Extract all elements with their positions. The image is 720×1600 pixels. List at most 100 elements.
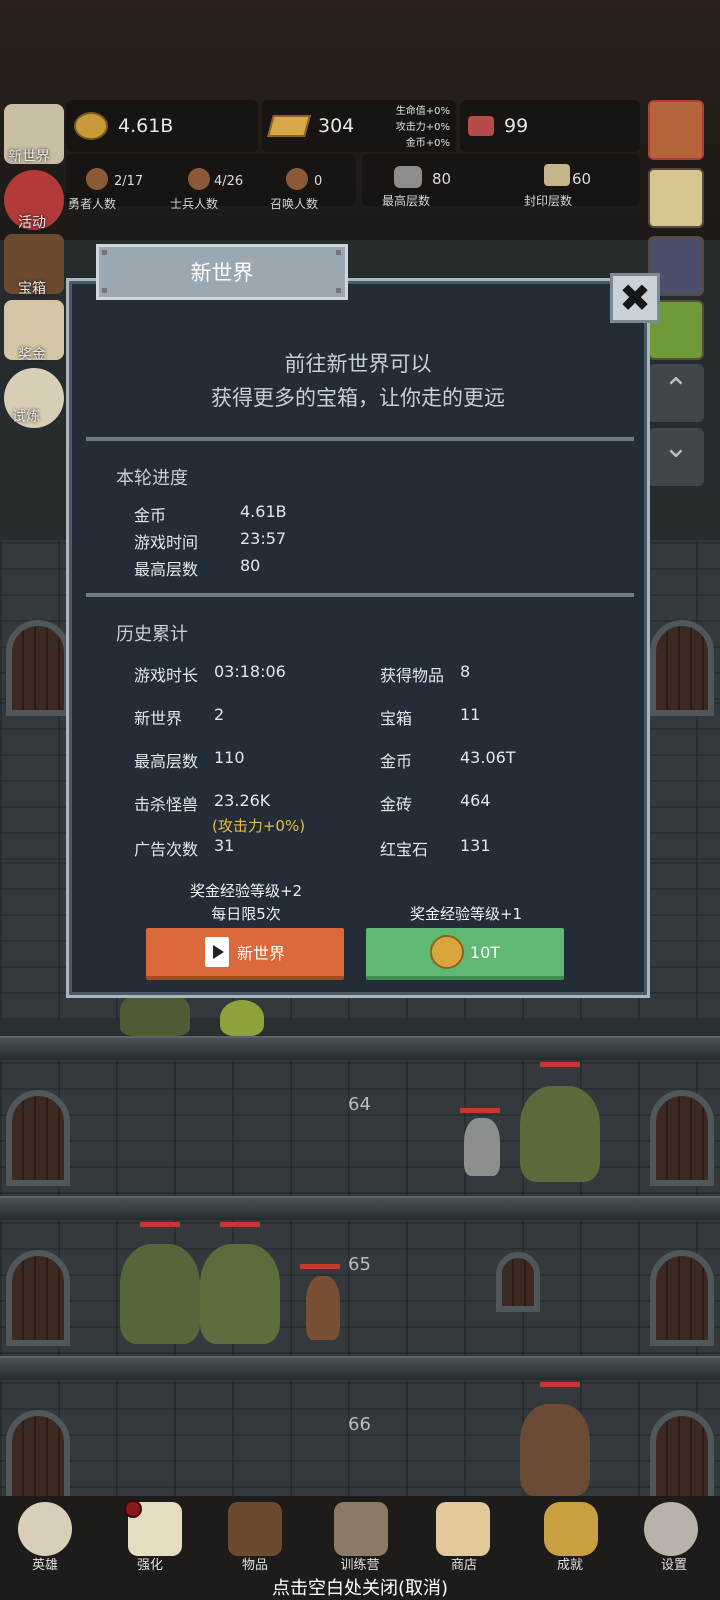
daily-limit-caption: 每日限5次	[211, 905, 281, 923]
new-world-label: 新世界	[8, 149, 50, 165]
summon-count-icon	[286, 168, 308, 190]
gold-reward-caption: 奖金经验等级+1	[409, 905, 523, 923]
history-gold-value: 43.06T	[460, 748, 516, 767]
rivet	[102, 250, 107, 255]
history-playtime-value: 03:18:06	[214, 662, 286, 681]
gold-coin-icon	[74, 112, 108, 140]
gold-value: 4.61B	[118, 115, 174, 137]
lantern-icon[interactable]	[334, 1502, 388, 1556]
armored-monster[interactable]	[520, 1404, 590, 1496]
history-items-value: 8	[460, 662, 471, 681]
nav-upgrade[interactable]: 强化	[110, 1554, 190, 1573]
summon-count: 0	[314, 174, 323, 189]
history-newworld-label: 新世界	[134, 709, 183, 728]
current-gold-value: 4.61B	[240, 502, 287, 521]
attack-bonus: 攻击力+0%	[395, 122, 450, 133]
orc-monster[interactable]	[520, 1086, 600, 1182]
hero-count: 2/17	[114, 174, 144, 189]
nav-training[interactable]: 训练营	[320, 1554, 400, 1573]
dungeon-door	[650, 620, 714, 716]
dungeon-door	[6, 1090, 70, 1186]
current-floor-value: 80	[240, 556, 261, 575]
hp-bonus: 生命值+0%	[395, 106, 450, 117]
chevron-down-icon[interactable]: ⌄	[648, 428, 704, 486]
hp-bar	[220, 1222, 260, 1227]
skull-icon[interactable]	[18, 1502, 72, 1556]
history-playtime-label: 游戏时长	[134, 666, 199, 685]
current-time-label: 游戏时间	[134, 533, 199, 552]
description-line-1: 前往新世界可以	[284, 352, 432, 376]
hp-bar	[300, 1264, 340, 1269]
hp-bar	[540, 1062, 580, 1067]
history-chests-label: 宝箱	[380, 709, 413, 728]
ghost-monster[interactable]	[464, 1118, 500, 1176]
dungeon-door	[6, 1410, 70, 1506]
history-title: 历史累计	[116, 624, 188, 645]
current-progress-title: 本轮进度	[116, 468, 188, 489]
history-gold-label: 金币	[380, 752, 413, 771]
dialog-title: 新世界	[96, 244, 348, 300]
orc-monster[interactable]	[120, 992, 190, 1036]
ruby-resource: 99	[460, 100, 640, 152]
floor-number: 66	[348, 1414, 371, 1435]
reward-label: 奖金	[18, 347, 46, 363]
gear-icon[interactable]	[644, 1502, 698, 1556]
gold-bonus: 金币+0%	[405, 138, 450, 149]
gold-bar-icon	[267, 115, 311, 137]
hp-bar	[460, 1108, 500, 1113]
current-gold-label: 金币	[134, 506, 167, 525]
seal-scroll-icon	[544, 164, 570, 186]
hero-character[interactable]	[306, 1276, 340, 1340]
dungeon-door	[650, 1410, 714, 1506]
notification-dot	[124, 1500, 142, 1518]
key-icon[interactable]	[544, 1502, 598, 1556]
current-time-value: 23:57	[240, 529, 287, 548]
history-kills-label: 击杀怪兽	[134, 795, 199, 814]
chevron-up-icon[interactable]: ⌃	[648, 364, 704, 422]
hp-bar	[140, 1222, 180, 1227]
nav-shop[interactable]: 商店	[424, 1554, 504, 1573]
video-icon	[204, 937, 229, 967]
nav-settings[interactable]: 设置	[634, 1554, 714, 1573]
nav-hero[interactable]: 英雄	[5, 1554, 85, 1573]
close-icon: ✖	[619, 276, 651, 320]
history-goldbar-value: 464	[460, 791, 491, 810]
nav-items[interactable]: 物品	[215, 1554, 295, 1573]
dungeon-window	[496, 1252, 540, 1312]
new-world-gold-button[interactable]: 10T	[366, 928, 564, 980]
history-ads-value: 31	[214, 836, 235, 855]
hero-count-icon	[86, 168, 108, 190]
current-floor-label: 最高层数	[134, 560, 199, 579]
orc-monster[interactable]	[120, 1244, 200, 1344]
history-ruby-value: 131	[460, 836, 491, 855]
beer-mug-icon[interactable]	[436, 1502, 490, 1556]
max-floor-icon	[394, 166, 422, 188]
dungeon-door	[6, 1250, 70, 1346]
book-icon[interactable]	[228, 1502, 282, 1556]
rivet	[102, 288, 107, 293]
slime-monster[interactable]	[220, 1000, 264, 1036]
floor-ledge	[0, 1356, 720, 1380]
max-floor-label: 最高层数	[382, 194, 431, 208]
candle-item-icon[interactable]	[648, 168, 704, 228]
history-maxfloor-value: 110	[214, 748, 245, 767]
onion-item-icon[interactable]	[648, 100, 704, 160]
description-line-2: 获得更多的宝箱，让你走的更远	[211, 386, 505, 410]
history-kills-value: 23.26K	[214, 791, 271, 810]
event-label: 活动	[18, 215, 46, 231]
nav-achievements[interactable]: 成就	[530, 1554, 610, 1573]
floor-number: 64	[348, 1094, 371, 1115]
dungeon-door	[650, 1250, 714, 1346]
gold-resource: 4.61B	[66, 100, 258, 152]
gold-coin-icon	[429, 935, 464, 969]
floor-ledge	[0, 1196, 720, 1220]
kill-attack-bonus: (攻击力+0%)	[212, 817, 306, 835]
orc-monster[interactable]	[200, 1244, 280, 1344]
ad-reward-caption: 奖金经验等级+2	[189, 882, 303, 900]
soldier-count-label: 士兵人数	[170, 197, 219, 211]
new-world-gold-cost: 10T	[469, 942, 501, 962]
tap-to-close-hint[interactable]: 点击空白处关闭(取消)	[0, 1574, 720, 1600]
gold-bar-value: 304	[318, 115, 355, 137]
new-world-ad-button[interactable]: 新世界	[146, 928, 344, 980]
close-button[interactable]: ✖	[610, 273, 660, 323]
